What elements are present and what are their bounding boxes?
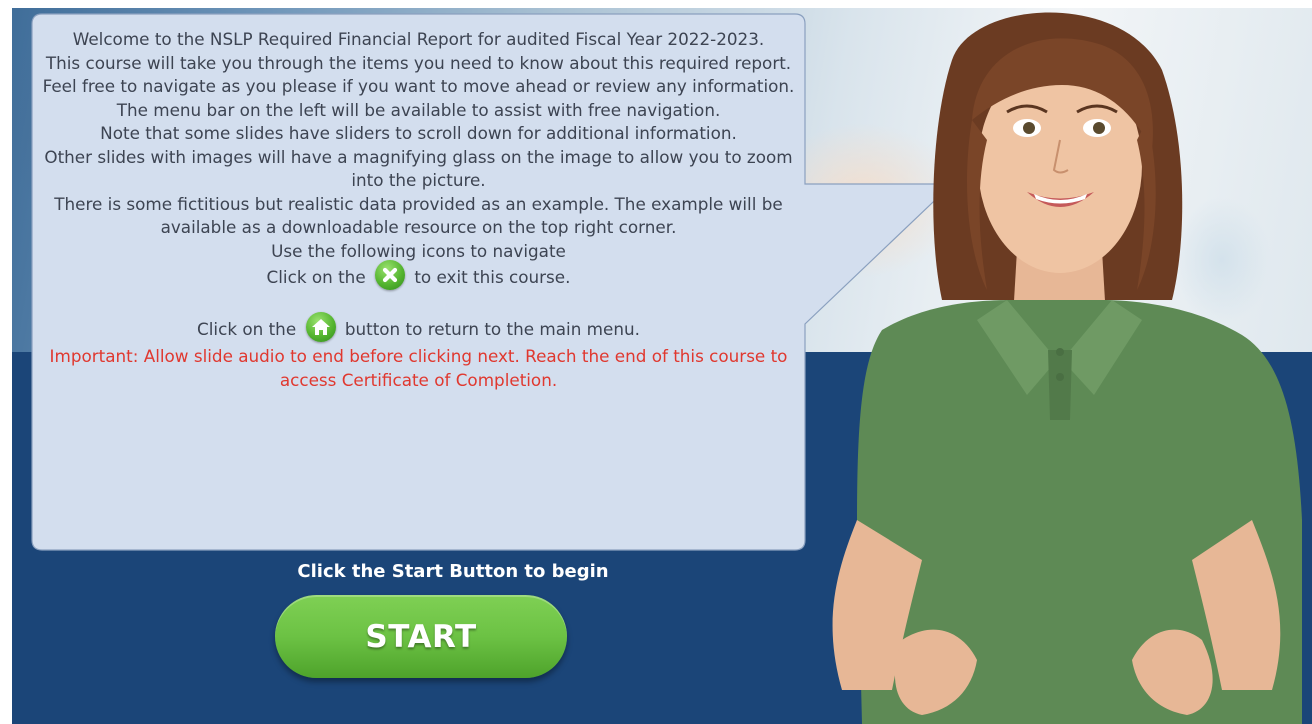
home-instruction: Click on the button to return to the mai… bbox=[32, 312, 805, 345]
magnifier-line: Other slides with images will have a mag… bbox=[44, 146, 793, 191]
start-button[interactable]: START bbox=[275, 595, 567, 678]
exit-instruction-prefix: Click on the bbox=[266, 267, 366, 287]
sliders-line: Note that some slides have sliders to sc… bbox=[100, 123, 737, 143]
exit-instruction: Click on the to exit this course. bbox=[32, 260, 805, 293]
course-stage: Welcome to the NSLP Required Financial R… bbox=[12, 0, 1312, 724]
example-data-line: There is some fictitious but realistic d… bbox=[54, 193, 783, 238]
presenter-avatar bbox=[832, 12, 1302, 724]
home-instruction-prefix: Click on the bbox=[197, 319, 297, 339]
home-icon[interactable] bbox=[305, 312, 336, 342]
exit-instruction-suffix: to exit this course. bbox=[414, 267, 571, 287]
home-instruction-suffix: button to return to the main menu. bbox=[344, 319, 640, 339]
welcome-line: Welcome to the NSLP Required Financial R… bbox=[72, 29, 765, 49]
welcome-text: Welcome to the NSLP Required Financial R… bbox=[32, 28, 805, 392]
icons-intro-line: Use the following icons to navigate bbox=[271, 240, 566, 261]
course-overview-line: This course will take you through the it… bbox=[42, 52, 795, 97]
important-notice: Important: Allow slide audio to end befo… bbox=[49, 346, 788, 390]
menu-bar-line: The menu bar on the left will be availab… bbox=[116, 99, 721, 120]
welcome-speech-bubble: Welcome to the NSLP Required Financial R… bbox=[31, 13, 954, 551]
close-icon[interactable] bbox=[375, 260, 405, 290]
start-instruction: Click the Start Button to begin bbox=[297, 561, 609, 582]
